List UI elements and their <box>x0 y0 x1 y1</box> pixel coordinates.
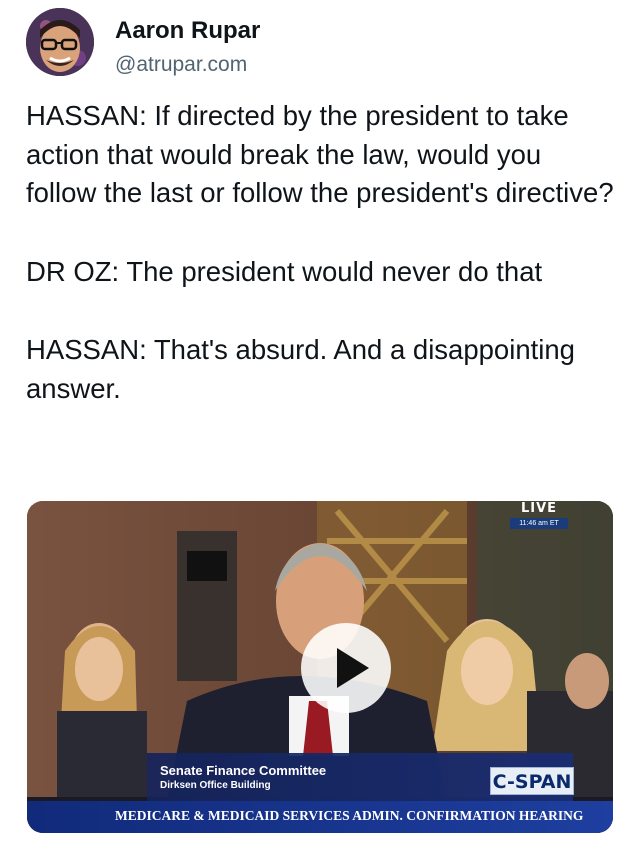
live-time: 11:46 am ET <box>510 518 568 529</box>
live-label: LIVE <box>520 501 558 516</box>
play-button[interactable] <box>301 623 391 713</box>
lower-third-title: Senate Finance Committee <box>160 763 327 778</box>
avatar[interactable] <box>26 8 94 76</box>
post-text: HASSAN: If directed by the president to … <box>26 97 616 408</box>
post-header: Aaron Rupar @atrupar.com <box>26 8 616 78</box>
live-indicator: LIVE 11:46 am ET <box>510 501 568 529</box>
hearing-banner: MEDICARE & MEDICAID SERVICES ADMIN. CONF… <box>27 801 613 833</box>
author-name[interactable]: Aaron Rupar <box>115 17 260 45</box>
hearing-banner-text: MEDICARE & MEDICAID SERVICES ADMIN. CONF… <box>115 808 584 823</box>
post-paragraph: HASSAN: If directed by the president to … <box>26 100 614 208</box>
author-handle[interactable]: @atrupar.com <box>115 53 247 77</box>
post-paragraph: HASSAN: That's absurd. And a disappointi… <box>26 334 583 404</box>
video-player[interactable]: LIVE 11:46 am ET Senate Finance Committe… <box>27 501 613 833</box>
avatar-image <box>26 8 94 76</box>
post-paragraph: DR OZ: The president would never do that <box>26 255 543 287</box>
play-icon <box>337 648 369 688</box>
network-logo: C-SPAN <box>490 767 574 795</box>
lower-third-subtitle: Dirksen Office Building <box>160 780 271 791</box>
